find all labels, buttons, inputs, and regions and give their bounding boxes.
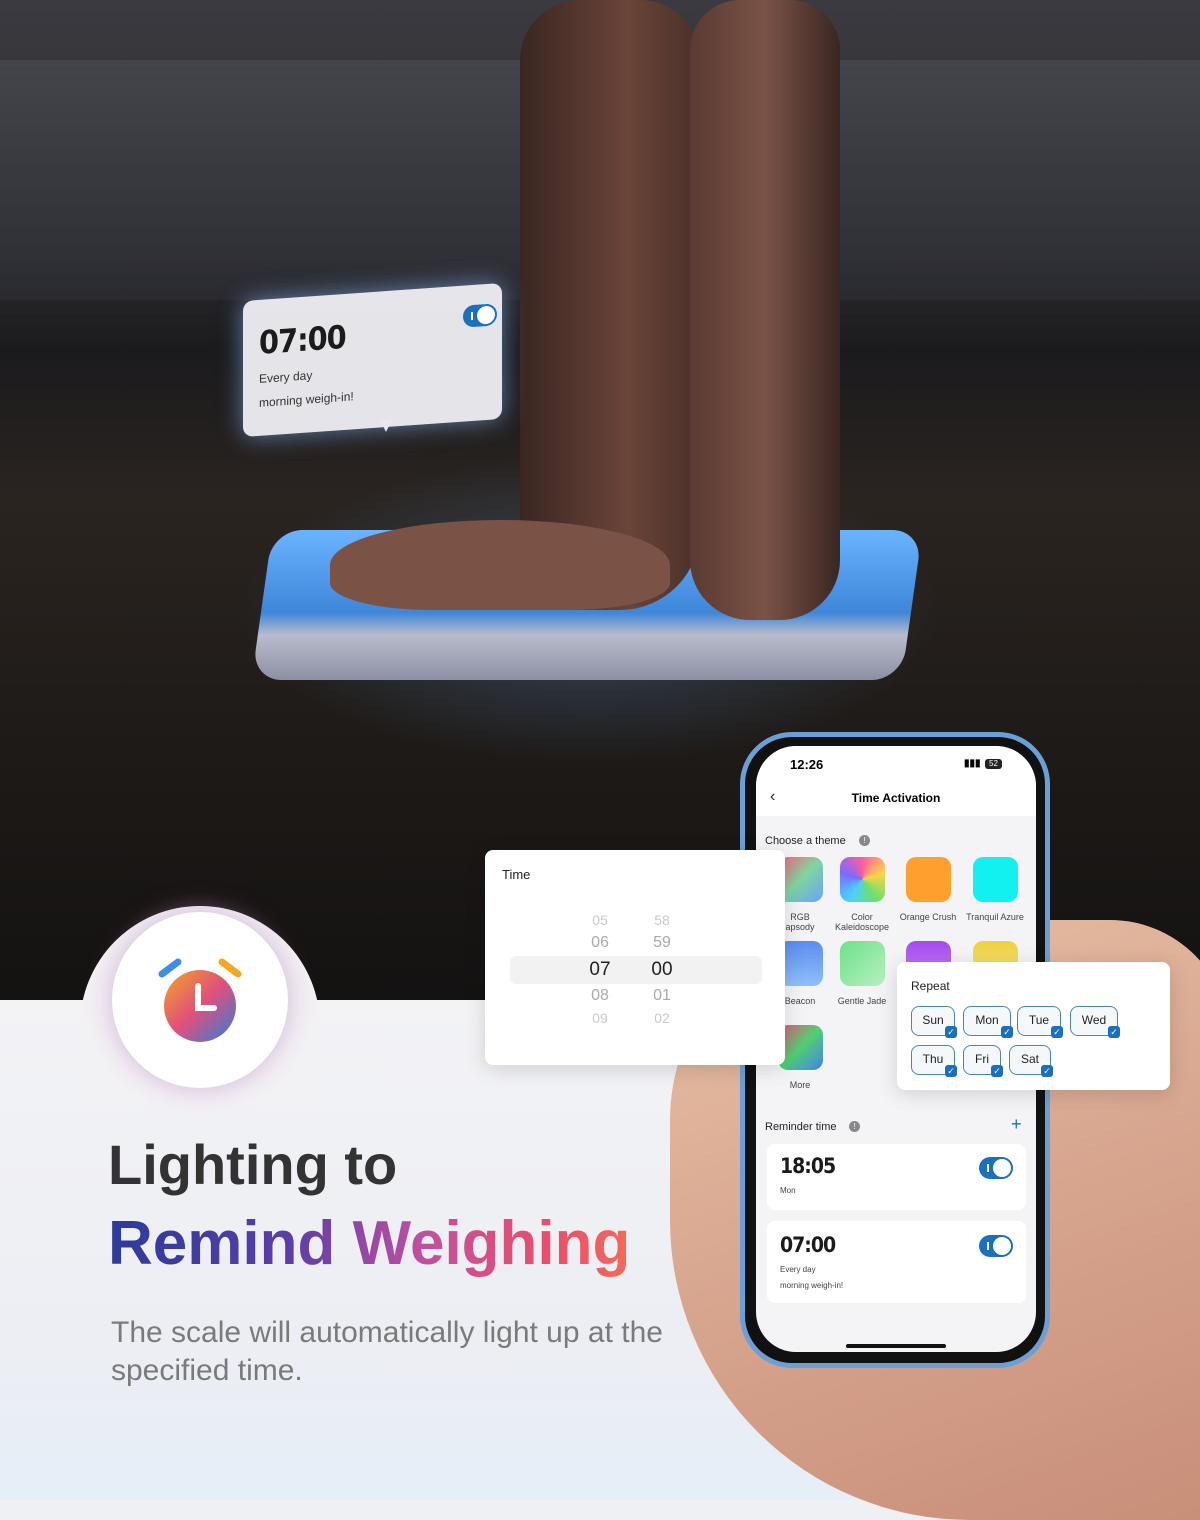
add-reminder-button[interactable]: +	[1011, 1114, 1022, 1135]
day-chip-tue[interactable]: Tue	[1017, 1006, 1063, 1038]
day-chip-fri[interactable]: Fri	[963, 1045, 1003, 1077]
floating-reminder-card: 07:00 Every day morning weigh-in!	[243, 282, 502, 438]
home-indicator	[846, 1344, 946, 1348]
reminder-days: Every day	[780, 1265, 816, 1274]
day-chip-sat[interactable]: Sat	[1009, 1045, 1053, 1077]
reminder-note: morning weigh-in!	[780, 1281, 844, 1290]
reminder-card[interactable]: 07:00 Every day morning weigh-in!	[767, 1221, 1026, 1303]
repeat-card: Repeat SunMonTueWed ThuFriSat	[897, 962, 1170, 1090]
theme-label: Orange Crush	[899, 912, 957, 922]
theme-label: Tranquil Azure	[966, 912, 1024, 922]
headline-line2: Remind Weighing	[108, 1209, 631, 1278]
time-picker-card: Time 05 06 07 08 09 58 59 00 01 02	[485, 850, 785, 1065]
subtitle: The scale will automatically light up at…	[111, 1316, 663, 1387]
headline-line1: Lighting to	[108, 1133, 398, 1196]
page-title: Time Activation	[851, 791, 941, 805]
theme-tile[interactable]	[840, 941, 885, 986]
leg	[520, 0, 700, 610]
theme-label: Color Kaleidoscope	[834, 912, 890, 932]
theme-tile[interactable]	[973, 857, 1018, 902]
day-chip-wed[interactable]: Wed	[1070, 1006, 1120, 1038]
signal-icon: ▮▮▮	[964, 758, 981, 769]
reminder-note: morning weigh-in!	[259, 389, 354, 410]
theme-label: Gentle Jade	[837, 996, 887, 1006]
selection-highlight	[510, 956, 762, 984]
theme-label: More	[789, 1080, 811, 1090]
picker-title: Time	[502, 867, 531, 882]
reminder-time: 07:00	[259, 317, 346, 362]
minute-option[interactable]: 02	[642, 1010, 682, 1026]
reminder-time: 07:00	[780, 1233, 836, 1257]
day-chip-sun[interactable]: Sun	[911, 1006, 957, 1038]
reminder-time: 18:05	[780, 1154, 836, 1178]
day-chip-mon[interactable]: Mon	[963, 1006, 1013, 1038]
reminder-days: Mon	[780, 1186, 796, 1195]
reminder-label: Reminder time	[765, 1121, 837, 1133]
themes-label: Choose a theme	[765, 835, 846, 847]
leg	[690, 0, 840, 620]
reminder-toggle[interactable]	[463, 303, 497, 328]
theme-tile[interactable]	[906, 857, 951, 902]
reminder-card[interactable]: 18:05 Mon	[767, 1144, 1026, 1210]
minute-option[interactable]: 58	[642, 912, 682, 928]
status-time: 12:26	[790, 757, 824, 772]
theme-tile[interactable]	[840, 857, 885, 902]
battery-icon: 52	[985, 759, 1002, 769]
reminder-repeat: Every day	[259, 368, 313, 386]
hour-option[interactable]: 07	[580, 959, 620, 981]
foot	[330, 520, 670, 610]
hour-option[interactable]: 05	[580, 912, 620, 928]
hour-option[interactable]: 06	[580, 934, 620, 952]
minute-option[interactable]: 59	[642, 934, 682, 952]
day-chip-thu[interactable]: Thu	[911, 1045, 957, 1077]
info-icon[interactable]: !	[859, 835, 870, 846]
hour-option[interactable]: 08	[580, 987, 620, 1005]
alarm-clock-icon	[112, 912, 288, 1088]
pointer-icon	[380, 420, 392, 432]
minute-option[interactable]: 01	[642, 987, 682, 1005]
reminder-toggle[interactable]	[979, 1235, 1013, 1257]
hour-option[interactable]: 09	[580, 1010, 620, 1026]
reminder-toggle[interactable]	[979, 1157, 1013, 1179]
info-icon[interactable]: !	[849, 1121, 860, 1132]
repeat-title: Repeat	[911, 979, 950, 993]
minute-option[interactable]: 00	[642, 959, 682, 981]
